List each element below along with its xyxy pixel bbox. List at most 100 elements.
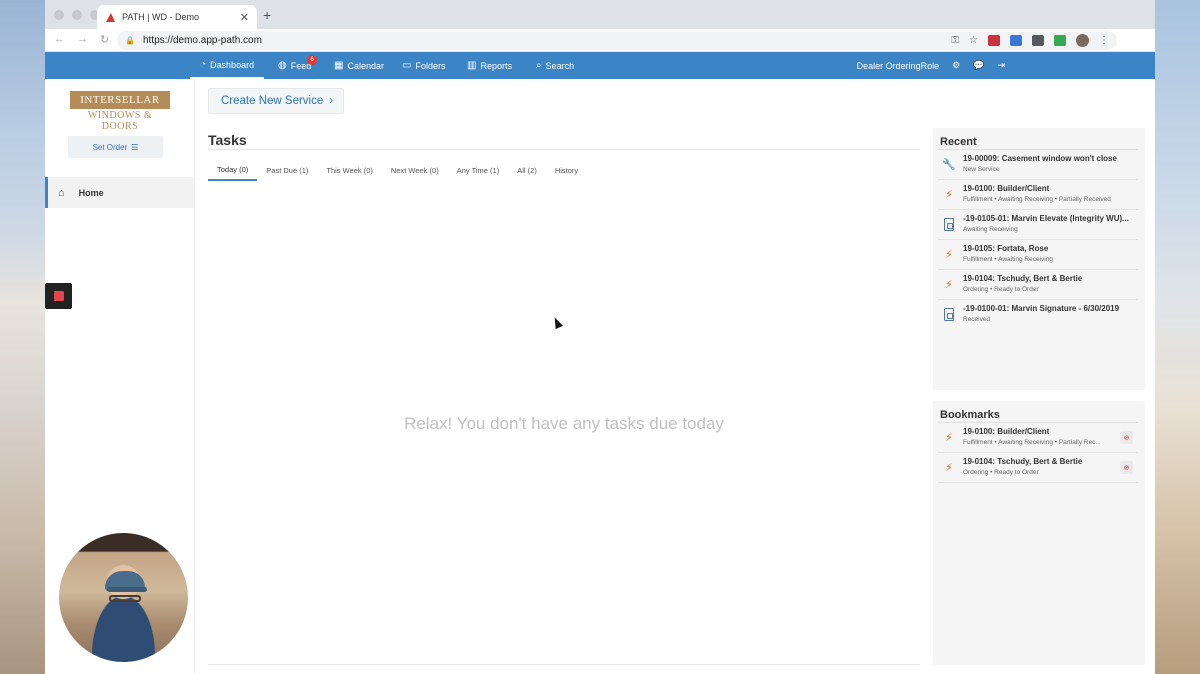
bookmarks-list: ⚡︎ 19-0100: Builder/Client Fulfillment •… <box>938 423 1138 483</box>
more-menu-icon[interactable]: ⋮ <box>1099 35 1109 46</box>
sidebar-item-home[interactable]: ⌂ Home <box>45 177 195 208</box>
logo-line-1: INTERSELLAR <box>70 91 170 109</box>
browser-nav-buttons: ← → ↻ <box>54 33 109 46</box>
extension-green-icon[interactable] <box>1054 35 1066 46</box>
user-role-label[interactable]: Dealer OrderingRole <box>857 61 940 71</box>
document-icon <box>942 308 956 322</box>
bar-chart-icon: ▥ <box>467 60 477 71</box>
list-item[interactable]: ⚡︎ 19-0104: Tschudy, Bert & Bertie Order… <box>938 270 1138 300</box>
gear-icon[interactable]: ⚙ <box>952 60 960 71</box>
list-item[interactable]: -19-0100-01: Marvin Signature - 6/30/201… <box>938 300 1138 330</box>
nav-search[interactable]: ⌕ Search <box>536 52 574 79</box>
nav-right-group: Dealer OrderingRole ⚙ 💬 ⇥ <box>857 52 1005 79</box>
list-item[interactable]: -19-0105-01: Marvin Elevate (Integrity W… <box>938 210 1138 240</box>
tab-this-week[interactable]: This Week (0) <box>317 159 382 181</box>
list-item-title: 19-0105: Fortata, Rose <box>963 244 1049 253</box>
bookmarks-title: Bookmarks <box>940 409 1000 421</box>
create-new-service-button[interactable]: Create New Service › <box>208 88 344 114</box>
nav-dashboard[interactable]: ◔ Dashboard <box>190 52 265 79</box>
bolt-icon: ⚡︎ <box>945 432 953 444</box>
recent-panel: Recent 🔧 19-00009: Casement window won't… <box>933 128 1145 390</box>
list-item-subtitle: New Service <box>963 166 1000 173</box>
reload-icon[interactable]: ↻ <box>100 33 109 46</box>
tasks-divider <box>208 149 920 150</box>
sidebar-item-home-label: Home <box>78 187 104 198</box>
close-tab-icon[interactable]: ✕ <box>240 11 249 24</box>
url-input[interactable]: 🔒 https://demo.app-path.com ⚿ ☆ ⋮ <box>117 31 1117 50</box>
extension-red-icon[interactable] <box>988 35 1000 46</box>
browser-tab[interactable]: PATH | WD - Demo ✕ <box>97 5 257 29</box>
profile-avatar-icon[interactable] <box>1076 34 1089 47</box>
nav-folders[interactable]: ▭ Folders <box>402 52 445 79</box>
browser-tab-strip: PATH | WD - Demo ✕ + <box>45 0 1155 29</box>
star-icon[interactable]: ☆ <box>969 35 978 46</box>
nav-calendar[interactable]: ▦ Calendar <box>334 52 384 79</box>
list-item[interactable]: ⚡︎ 19-0100: Builder/Client Fulfillment •… <box>938 423 1138 453</box>
list-item-title: -19-0105-01: Marvin Elevate (Integrity W… <box>963 214 1129 223</box>
home-icon: ⌂ <box>58 186 65 199</box>
list-item[interactable]: ⚡︎ 19-0100: Builder/Client Fulfillment •… <box>938 180 1138 210</box>
list-item-title: 19-0100: Builder/Client <box>963 184 1050 193</box>
set-order-button[interactable]: Set Order ☰ <box>68 136 163 158</box>
nav-reports-label: Reports <box>480 60 512 71</box>
list-item-title: 19-0100: Builder/Client <box>963 427 1050 436</box>
address-bar: ← → ↻ 🔒 https://demo.app-path.com ⚿ ☆ ⋮ <box>45 29 1155 52</box>
remove-bookmark-icon[interactable]: ⊘ <box>1120 461 1133 474</box>
set-order-label: Set Order <box>92 142 128 152</box>
window-controls <box>54 10 100 20</box>
feed-badge: 6 <box>307 55 317 65</box>
tab-past-due[interactable]: Past Due (1) <box>257 159 317 181</box>
forward-icon[interactable]: → <box>77 33 88 46</box>
tab-history[interactable]: History <box>546 159 587 181</box>
stop-icon <box>53 291 64 301</box>
logo-line-2: WINDOWS & DOORS <box>87 110 153 132</box>
tasks-title: Tasks <box>208 132 247 148</box>
minimize-window-button[interactable] <box>72 10 82 20</box>
list-item-title: 19-0104: Tschudy, Bert & Bertie <box>963 274 1083 283</box>
tab-next-week[interactable]: Next Week (0) <box>382 159 448 181</box>
chat-icon[interactable]: 💬 <box>973 60 984 71</box>
glasses-shape <box>109 595 141 602</box>
nav-reports[interactable]: ▥ Reports <box>467 52 512 79</box>
extension-grey-icon[interactable] <box>1032 35 1044 46</box>
new-tab-icon[interactable]: + <box>263 7 271 23</box>
lock-icon: 🔒 <box>125 36 135 45</box>
remove-bookmark-icon[interactable]: ⊘ <box>1120 431 1133 444</box>
nav-dashboard-label: Dashboard <box>210 59 255 70</box>
close-window-button[interactable] <box>54 10 64 20</box>
bolt-icon: ⚡︎ <box>945 279 953 291</box>
main-content: Create New Service › Tasks Today (0) Pas… <box>208 79 920 674</box>
list-item-subtitle: Received <box>963 316 991 323</box>
list-item[interactable]: 🔧 19-00009: Casement window won't close … <box>938 150 1138 180</box>
nav-folders-label: Folders <box>415 60 446 71</box>
chevron-right-icon: › <box>329 95 334 107</box>
main-bottom-divider <box>208 664 920 665</box>
list-item[interactable]: ⚡︎ 19-0104: Tschudy, Bert & Bertie Order… <box>938 453 1138 483</box>
recent-title: Recent <box>940 136 977 148</box>
company-logo[interactable]: INTERSELLAR WINDOWS & DOORS <box>70 91 170 132</box>
create-new-service-label: Create New Service <box>221 95 324 107</box>
key-icon[interactable]: ⚿ <box>951 35 959 46</box>
list-item-title: -19-0100-01: Marvin Signature - 6/30/201… <box>963 304 1120 313</box>
bolt-icon: ⚡︎ <box>945 462 953 474</box>
bolt-icon: ⚡︎ <box>945 249 953 261</box>
folder-icon: ▭ <box>402 60 412 71</box>
list-item[interactable]: ⚡︎ 19-0105: Fortata, Rose Fulfillment • … <box>938 240 1138 270</box>
path-favicon-icon <box>105 12 116 23</box>
tab-any-time[interactable]: Any Time (1) <box>448 159 509 181</box>
browser-window: PATH | WD - Demo ✕ + ← → ↻ 🔒 https://dem… <box>45 0 1155 674</box>
stop-recording-button[interactable] <box>45 283 72 309</box>
recent-list: 🔧 19-00009: Casement window won't close … <box>938 150 1138 330</box>
browser-tab-title: PATH | WD - Demo <box>122 12 200 22</box>
cap-brim-shape <box>107 587 147 592</box>
nav-feed[interactable]: ◍ Feed <box>278 52 311 79</box>
omnibox-icons: ⚿ ☆ ⋮ <box>951 31 1117 50</box>
back-icon[interactable]: ← <box>54 33 65 46</box>
tab-today[interactable]: Today (0) <box>208 159 258 181</box>
tab-all[interactable]: All (2) <box>508 159 546 181</box>
globe-icon: ◍ <box>278 60 287 71</box>
list-item-title: 19-0104: Tschudy, Bert & Bertie <box>963 457 1083 466</box>
logout-icon[interactable]: ⇥ <box>997 60 1005 71</box>
webcam-bubble <box>57 531 190 664</box>
extension-blue-icon[interactable] <box>1010 35 1022 46</box>
